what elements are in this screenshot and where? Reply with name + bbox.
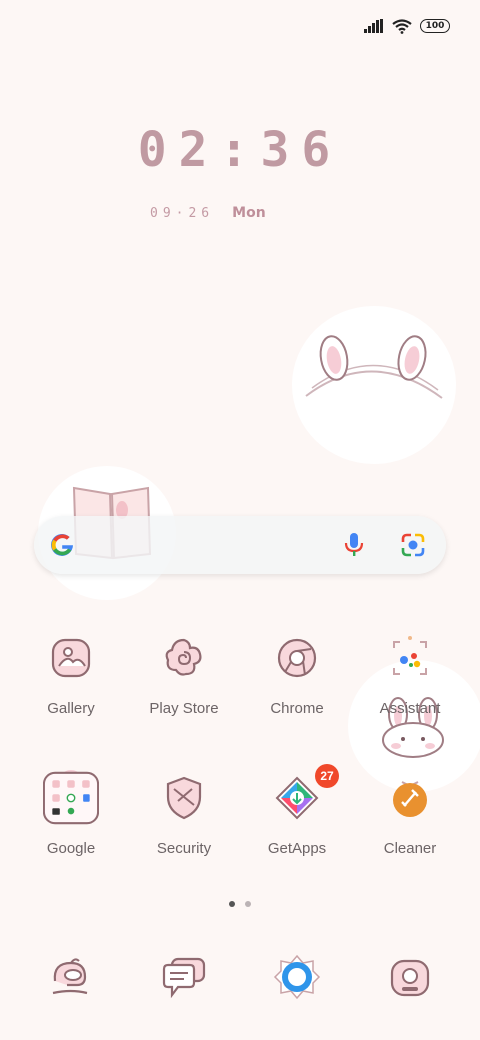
app-cleaner[interactable]: Cleaner xyxy=(355,770,465,857)
messages-icon[interactable] xyxy=(156,952,212,1002)
notification-badge: 27 xyxy=(315,764,339,788)
date-text: 09·26 xyxy=(150,206,215,221)
app-assistant[interactable]: Assistant xyxy=(355,630,465,717)
clock-time[interactable]: 02:36 xyxy=(0,122,480,178)
gallery-icon xyxy=(43,630,99,686)
app-chrome[interactable]: Chrome xyxy=(242,630,352,717)
date-row: 09·26 Mon xyxy=(150,205,266,221)
weekday-text: Mon xyxy=(232,205,266,221)
security-icon xyxy=(156,770,212,826)
status-bar: 100 xyxy=(364,14,450,38)
app-getapps[interactable]: 27 GetApps xyxy=(242,764,352,857)
app-label: Security xyxy=(156,840,212,857)
battery-indicator: 100 xyxy=(420,19,450,33)
bunny-ears-decoration xyxy=(292,306,456,464)
app-google-folder[interactable]: Google xyxy=(16,770,126,857)
google-g-icon xyxy=(51,533,73,556)
cleaner-icon xyxy=(382,770,438,826)
browser-icon[interactable] xyxy=(269,952,325,1002)
google-search-bar[interactable] xyxy=(34,516,446,574)
page-dot-active[interactable] xyxy=(229,901,235,907)
app-security[interactable]: Security xyxy=(129,770,239,857)
page-indicator xyxy=(229,901,251,907)
getapps-icon: 27 xyxy=(269,764,339,826)
page-dot[interactable] xyxy=(245,901,251,907)
phone-icon[interactable] xyxy=(43,952,99,1002)
google-folder-icon xyxy=(43,770,99,826)
app-label: Cleaner xyxy=(383,840,437,857)
chrome-icon xyxy=(269,630,325,686)
camera-icon[interactable] xyxy=(382,952,438,1002)
wifi-icon xyxy=(392,18,412,34)
assistant-icon xyxy=(382,630,438,686)
app-gallery[interactable]: Gallery xyxy=(16,630,126,717)
app-label: Assistant xyxy=(379,700,441,717)
mic-icon[interactable] xyxy=(343,531,365,559)
app-label: Play Store xyxy=(149,700,219,717)
play-store-icon xyxy=(156,630,212,686)
lens-icon[interactable] xyxy=(400,532,426,558)
app-label: Google xyxy=(46,840,96,857)
app-label: GetApps xyxy=(267,840,327,857)
app-label: Chrome xyxy=(270,700,324,717)
app-play-store[interactable]: Play Store xyxy=(129,630,239,717)
app-label: Gallery xyxy=(47,700,95,717)
signal-icon xyxy=(364,19,383,33)
